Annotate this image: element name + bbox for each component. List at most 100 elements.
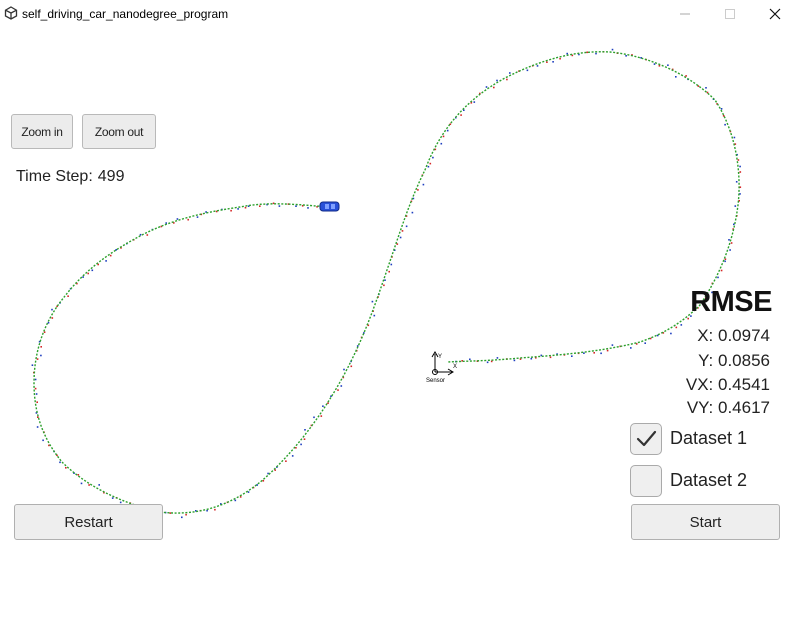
lidar-marker: [36, 358, 39, 360]
radar-marker: [530, 357, 533, 360]
time-step-label: Time Step:: [16, 168, 93, 185]
time-step-value: 499: [97, 168, 125, 185]
lidar-marker: [65, 467, 67, 469]
radar-marker: [105, 260, 107, 262]
radar-marker: [307, 207, 309, 209]
rmse-title: RMSE: [690, 286, 772, 318]
radar-marker: [343, 368, 345, 371]
radar-marker: [40, 354, 42, 357]
dataset-1-label[interactable]: Dataset 1: [670, 428, 747, 449]
lidar-marker: [506, 78, 508, 81]
minimize-button[interactable]: [662, 0, 708, 28]
zoom-out-button[interactable]: Zoom out: [82, 114, 156, 149]
lidar-marker: [320, 415, 323, 417]
radar-marker: [600, 352, 602, 355]
lidar-marker: [239, 496, 242, 498]
radar-marker: [111, 497, 114, 499]
rmse-vy-value: VY: 0.4617: [686, 398, 770, 417]
rmse-x-value: X: 0.0974: [697, 326, 770, 345]
radar-marker: [34, 378, 37, 381]
radar-marker: [234, 499, 237, 502]
radar-marker: [485, 86, 488, 88]
lidar-marker: [460, 114, 462, 116]
lidar-marker: [230, 209, 232, 212]
radar-marker: [42, 439, 44, 442]
radar-marker: [405, 225, 408, 228]
lidar-marker: [34, 387, 37, 390]
radar-marker: [119, 501, 122, 504]
radar-marker: [427, 165, 430, 168]
radar-marker: [373, 314, 376, 317]
restart-button[interactable]: Restart: [14, 504, 163, 540]
dataset-1-checkbox[interactable]: [630, 423, 662, 455]
radar-marker: [36, 426, 39, 428]
lidar-marker: [549, 356, 552, 359]
radar-marker: [552, 61, 554, 63]
radar-marker: [724, 123, 726, 126]
radar-marker: [384, 279, 386, 281]
radar-marker: [486, 361, 489, 364]
radar-marker: [422, 183, 425, 186]
radar-marker: [446, 129, 449, 132]
radar-marker: [496, 79, 498, 82]
lidar-marker: [396, 243, 399, 245]
lidar-marker: [546, 61, 548, 63]
lidar-marker: [675, 326, 678, 329]
radar-marker: [35, 393, 38, 395]
radar-marker: [513, 359, 516, 362]
lidar-marker: [337, 389, 339, 391]
lidar-marker: [187, 218, 189, 221]
radar-marker: [680, 324, 683, 326]
radar-marker: [595, 52, 597, 55]
maximize-button[interactable]: [707, 0, 753, 28]
lidar-marker: [401, 230, 404, 232]
radar-marker: [98, 484, 100, 486]
start-button[interactable]: Start: [631, 504, 780, 540]
radar-marker: [91, 269, 94, 272]
radar-marker: [630, 347, 632, 349]
rmse-vx-value: VX: 0.4541: [685, 375, 770, 394]
time-step-display: Time Step: 499: [16, 168, 124, 186]
lidar-marker: [417, 189, 419, 191]
lidar-marker: [285, 460, 287, 462]
lidar-marker: [593, 352, 595, 354]
lidar-marker: [559, 57, 561, 60]
radar-marker: [206, 509, 208, 512]
lidar-marker: [88, 484, 90, 486]
close-button[interactable]: [752, 0, 798, 28]
radar-marker: [739, 165, 741, 168]
lidar-marker: [685, 75, 687, 77]
radar-marker: [291, 455, 294, 457]
lidar-marker: [586, 51, 588, 54]
dataset-2-label[interactable]: Dataset 2: [670, 470, 747, 491]
lidar-marker: [493, 86, 495, 89]
lidar-marker: [214, 508, 216, 511]
radar-marker: [566, 52, 568, 55]
dataset-2-checkbox[interactable]: [630, 465, 662, 497]
lidar-marker: [388, 270, 390, 273]
radar-marker: [583, 352, 585, 354]
radar-marker: [340, 385, 343, 387]
sensor-axis-x-label: X: [453, 364, 457, 370]
radar-marker: [469, 358, 471, 361]
rmse-y-value: Y: 0.0856: [698, 351, 770, 370]
radar-marker: [440, 142, 443, 145]
radar-marker: [196, 216, 199, 218]
lidar-marker: [146, 234, 149, 236]
radar-marker: [717, 276, 719, 279]
radar-marker: [571, 355, 573, 357]
radar-marker: [80, 482, 83, 485]
radar-marker: [31, 364, 34, 366]
radar-marker: [724, 260, 726, 263]
radar-marker: [278, 205, 281, 207]
radar-marker: [729, 249, 731, 251]
radar-marker: [295, 205, 297, 207]
lidar-marker: [87, 272, 89, 275]
radar-marker: [432, 156, 434, 159]
radar-marker: [667, 64, 669, 66]
minimize-icon: [680, 13, 690, 15]
car-icon: [319, 201, 340, 212]
radar-marker: [625, 55, 627, 57]
lidar-marker: [169, 512, 172, 514]
zoom-in-button[interactable]: Zoom in: [11, 114, 73, 149]
